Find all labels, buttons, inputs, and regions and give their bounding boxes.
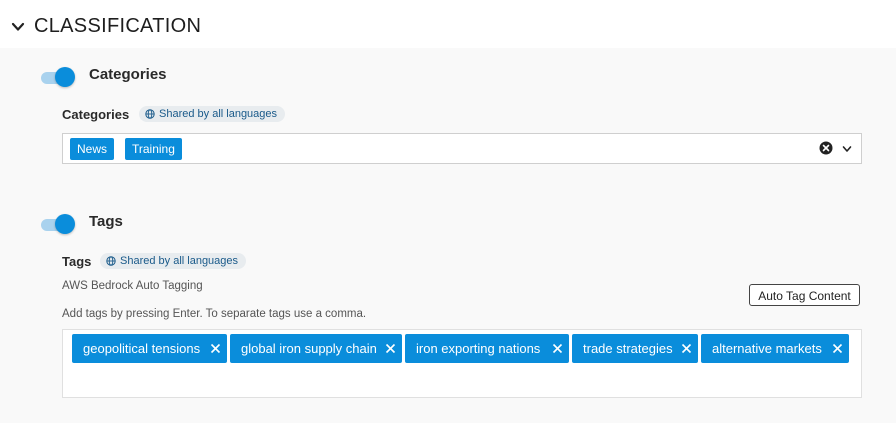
- auto-tagging-label: AWS Bedrock Auto Tagging: [62, 280, 203, 292]
- tag-label: geopolitical tensions: [83, 341, 201, 356]
- tags-heading: Tags: [89, 213, 123, 230]
- toggle-knob: [55, 67, 75, 87]
- tags-field-label: Tags: [62, 254, 92, 269]
- categories-heading: Categories: [89, 66, 167, 83]
- tag-label: global iron supply chain: [241, 341, 377, 356]
- close-icon[interactable]: [832, 343, 843, 354]
- close-icon[interactable]: [552, 343, 563, 354]
- close-icon[interactable]: [210, 343, 221, 354]
- toggle-knob: [55, 214, 75, 234]
- tags-input[interactable]: geopolitical tensions global iron supply…: [62, 329, 862, 398]
- categories-select[interactable]: News Training: [62, 133, 862, 164]
- chevron-down-icon[interactable]: [841, 143, 853, 155]
- category-chip-news[interactable]: News: [70, 138, 115, 160]
- shared-badge-label: Shared by all languages: [120, 255, 239, 267]
- tag-label: iron exporting nations: [416, 341, 541, 356]
- tag-label: alternative markets: [712, 341, 822, 356]
- categories-shared-badge: Shared by all languages: [139, 106, 286, 122]
- close-icon[interactable]: [681, 343, 692, 354]
- tags-shared-badge: Shared by all languages: [100, 253, 247, 269]
- tag-label: trade strategies: [583, 341, 673, 356]
- globe-icon: [106, 256, 116, 266]
- close-icon[interactable]: [385, 343, 396, 354]
- tag-chip: alternative markets: [701, 334, 849, 363]
- section-title: CLASSIFICATION: [34, 15, 202, 37]
- categories-field-label: Categories: [62, 107, 130, 122]
- shared-badge-label: Shared by all languages: [159, 108, 278, 120]
- tag-chip: iron exporting nations: [405, 334, 569, 363]
- classification-header[interactable]: CLASSIFICATION: [0, 0, 896, 48]
- tag-chip: trade strategies: [572, 334, 698, 363]
- tag-chip: global iron supply chain: [230, 334, 402, 363]
- category-chip-training[interactable]: Training: [125, 138, 182, 160]
- chevron-down-icon[interactable]: [11, 20, 25, 34]
- tag-chip: geopolitical tensions: [72, 334, 227, 363]
- categories-toggle[interactable]: [41, 66, 75, 88]
- globe-icon: [145, 109, 155, 119]
- clear-circle-icon[interactable]: [819, 141, 833, 155]
- tags-toggle[interactable]: [41, 213, 75, 235]
- auto-tag-content-button[interactable]: Auto Tag Content: [749, 284, 860, 306]
- tags-helper-text: Add tags by pressing Enter. To separate …: [62, 308, 367, 320]
